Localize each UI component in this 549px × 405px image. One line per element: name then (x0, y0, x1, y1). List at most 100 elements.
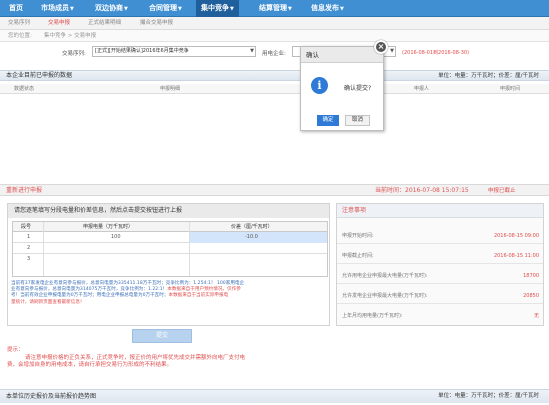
declared-data-header: 本企业目前已申报的数据 单位：电量：万千瓦时；价差：厘/千瓦时 (0, 70, 549, 81)
nav-label: 集中竞争 (201, 4, 229, 12)
deadline-status: 申报已截止 (488, 188, 516, 194)
tips-line: 请注意申报价格的正负关系，正式竞争时，报正价的用户将优先成交并需额外向电厂支付电 (25, 354, 246, 361)
notice-row: 申报开始时间: 2016-08-15 09:00 (337, 228, 543, 244)
notice-title: 注意事项 (337, 204, 543, 218)
grid-divider (189, 222, 190, 276)
breadcrumb: 您的位置: 集中竞争 > 交易申报 (0, 30, 549, 42)
segment-grid: 段号 申报电量（万千瓦时） 价差（厘/千瓦时） 1 100 -10.0 2 3 (12, 221, 328, 277)
notice-key: 申报开始时间: (342, 233, 374, 239)
chevron-down-icon: ▼ (124, 6, 128, 12)
filter-bar: 交易序列: [正式][开始结果确认]2016年6月集中竞争 ▼ 用电企业: ▼ … (0, 42, 549, 62)
submit-button[interactable]: 提交 (132, 329, 192, 343)
chevron-down-icon: ▼ (390, 48, 394, 54)
close-icon[interactable]: × (374, 40, 388, 54)
redeclare-header: 重新进行申报 当前时间：2016-07-08 15:07:15 申报已截止 (0, 184, 549, 196)
nav-item-centralized[interactable]: 集中竞争▼ (196, 0, 239, 17)
tab-result-detail[interactable]: 正式结果明细 (88, 17, 121, 30)
note-line: 当前有效企业申报电量为0万千瓦时；用电企业申报总电量为0万千瓦时； (20, 293, 169, 299)
notice-value: 无 (533, 313, 539, 319)
col-price: 价差（厘/千瓦时） (231, 224, 273, 230)
note-warning: 本数据来自于用户预约情况，仅作参 (167, 287, 241, 293)
grid-header: 段号 申报电量（万千瓦时） 价差（厘/千瓦时） (13, 222, 327, 232)
col-detail: 申报明细 (160, 86, 181, 92)
nav-item-contracts[interactable]: 合同管理▼ (144, 0, 187, 17)
sequence-select-value: [正式][开始结果确认]2016年6月集中竞争 (95, 48, 189, 54)
declared-table-header: 数据状态 申报明细 申报人 申报时间 (0, 84, 549, 94)
nav-label: 结算管理 (259, 4, 287, 12)
notice-key: 允许发电企业申报最大电量(万千瓦时): (342, 293, 428, 299)
nav-item-home[interactable]: 首页 (4, 0, 28, 17)
table-row: 3 (13, 254, 327, 265)
notice-row: 申报截止时间: 2016-08-15 11:00 (337, 248, 543, 264)
breadcrumb-label: 您的位置: (8, 33, 32, 39)
dialog-title: 确认 (301, 47, 383, 63)
declare-form: 请您逐笔填写分段电量和价差信息，然后点击提交按钮进行上报 段号 申报电量（万千瓦… (7, 203, 330, 326)
nav-item-members[interactable]: 市场成员▼ (36, 0, 79, 17)
table-row: 2 (13, 243, 327, 254)
segment-no: 3 (27, 256, 31, 262)
nav-item-info[interactable]: 信息发布▼ (306, 0, 349, 17)
notice-value: 2016-08-15 11:00 (493, 253, 539, 259)
grid-divider (43, 222, 44, 276)
tab-sequence[interactable]: 交易序列 (8, 17, 30, 30)
tips: 提示： 请注意申报价格的正负关系，正式竞争时，报正价的用户将优先成交并需额外向电… (7, 347, 330, 370)
ok-button[interactable]: 确定 (317, 115, 339, 126)
date-range: (2016-08-01到2016-08-30) (402, 50, 470, 56)
declared-data-title: 本企业目前已申报的数据 (6, 72, 73, 79)
dialog-message: 确认提交? (344, 85, 372, 92)
breadcrumb-path[interactable]: 集中竞争 > 交易申报 (44, 30, 96, 42)
notice-value: 18700 (523, 273, 539, 279)
chevron-down-icon: ▼ (70, 6, 74, 12)
info-icon: i (311, 77, 328, 94)
nav-label: 首页 (9, 4, 23, 12)
unit-note: 单位：电量：万千瓦时；价差：厘/千瓦时 (438, 393, 539, 399)
chevron-down-icon: ▼ (230, 6, 234, 12)
unit-note: 单位：电量：万千瓦时；价差：厘/千瓦时 (438, 73, 539, 79)
notice-row: 允许用电企业申报最大电量(万千瓦时): 18700 (337, 268, 543, 284)
current-time: 当前时间：2016-07-08 15:07:15 (375, 187, 469, 194)
col-time: 申报时间 (500, 86, 521, 92)
sequence-label: 交易序列: (62, 51, 86, 57)
tab-declare[interactable]: 交易申报 (48, 17, 70, 30)
nav-item-settlement[interactable]: 结算管理▼ (254, 0, 297, 17)
col-declarer: 申报人 (414, 86, 430, 92)
company-label: 用电企业: (262, 51, 286, 57)
tab-match-declare[interactable]: 撮合交易申报 (140, 17, 173, 30)
notice-key: 允许用电企业申报最大电量(万千瓦时): (342, 273, 428, 279)
col-quantity: 申报电量（万千瓦时） (83, 224, 134, 230)
tips-label: 提示： (7, 347, 24, 353)
chevron-down-icon: ▼ (250, 48, 254, 54)
nav-item-bilateral[interactable]: 双边协商▼ (90, 0, 133, 17)
note-warning: 本数据来自于当前实际申报电 (168, 293, 229, 299)
note-line: 业有意向参与报价，总意向电量为314075万千瓦时，竞争比例为：1.22:1！ (11, 287, 168, 293)
sequence-select[interactable]: [正式][开始结果确认]2016年6月集中竞争 ▼ (92, 46, 256, 57)
chevron-down-icon: ▼ (178, 6, 182, 12)
instructions: 请您逐笔填写分段电量和价差信息，然后点击提交按钮进行上报 (8, 204, 329, 218)
nav-label: 合同管理 (149, 4, 177, 12)
chevron-down-icon: ▼ (288, 6, 292, 12)
quantity-field[interactable]: 100 (111, 232, 121, 243)
note-line: 考！ (11, 293, 21, 299)
notice-panel: 注意事项 申报开始时间: 2016-08-15 09:00 申报截止时间: 2016… (336, 203, 544, 326)
notice-value: 20850 (523, 293, 539, 299)
price-field[interactable]: -10.0 (245, 232, 258, 243)
redeclare-title: 重新进行申报 (6, 187, 43, 194)
row-highlight (189, 232, 327, 243)
segment-no: 2 (27, 245, 31, 251)
notice-row: 允许发电企业申报最大电量(万千瓦时): 20850 (337, 288, 543, 304)
tips-line: 费，会增加自身的用电成本，请自行承担交易行为形成的不利结果。 (7, 362, 173, 368)
col-status: 数据状态 (14, 86, 35, 92)
note-warning: 量统计，请刷新页面查看最新信息！ (11, 299, 85, 305)
notice-value: 2016-08-15 09:00 (493, 233, 539, 239)
segment-no: 1 (27, 234, 31, 240)
nav-label: 双边协商 (95, 4, 123, 12)
col-segment: 段号 (21, 224, 32, 230)
table-row: 1 100 -10.0 (13, 232, 327, 243)
history-trend-header: 本单位历史报价及当前报价趋势图 单位：电量：万千瓦时；价差：厘/千瓦时 (0, 389, 549, 403)
history-trend-title: 本单位历史报价及当前报价趋势图 (6, 393, 97, 400)
competition-note: 当前有37家发电企业有意向参与报价，总意向电量为335411.18万千瓦时；竞争… (8, 281, 329, 306)
chevron-down-icon: ▼ (340, 6, 344, 12)
cancel-button[interactable]: 取消 (345, 115, 370, 126)
nav-label: 市场成员 (41, 4, 69, 12)
notice-row: 上年月均用电量(万千瓦时): 无 (337, 308, 543, 324)
